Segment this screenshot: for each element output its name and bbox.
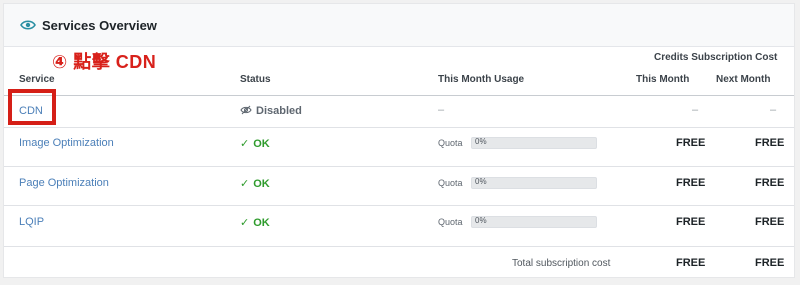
status-ok: ✓ OK <box>240 216 270 229</box>
highlight-box <box>8 89 56 125</box>
total-next-month: FREE <box>755 257 785 269</box>
eye-icon <box>20 20 36 30</box>
this-month-cost: FREE <box>676 216 706 228</box>
status-ok: ✓ OK <box>240 137 270 150</box>
quota-progress-bar: 0% <box>471 177 597 189</box>
next-month-cost: FREE <box>755 177 785 189</box>
row-divider <box>4 127 794 128</box>
this-month-cost: FREE <box>676 177 706 189</box>
panel-title: Services Overview <box>42 18 157 33</box>
this-month-cost: FREE <box>676 137 706 149</box>
service-link-lqip[interactable]: LQIP <box>19 216 44 228</box>
service-link-image-optimization[interactable]: Image Optimization <box>19 137 114 149</box>
eye-off-icon <box>240 105 252 115</box>
quota-percent: 0% <box>475 177 487 186</box>
row-divider <box>4 246 794 247</box>
this-month-value: – <box>692 104 699 116</box>
check-icon: ✓ <box>240 217 250 229</box>
status-text: OK <box>253 138 270 150</box>
next-month-cost: FREE <box>755 216 785 228</box>
row-divider <box>4 205 794 206</box>
column-header-service: Service <box>19 74 55 85</box>
header-divider <box>4 95 794 96</box>
service-link-page-optimization[interactable]: Page Optimization <box>19 177 109 189</box>
column-header-usage: This Month Usage <box>438 74 525 85</box>
status-text: OK <box>253 217 270 229</box>
credits-subscription-cost-label: Credits Subscription Cost <box>654 52 778 63</box>
quota-percent: 0% <box>475 216 487 225</box>
total-label: Total subscription cost <box>512 258 611 269</box>
check-icon: ✓ <box>240 138 250 150</box>
column-header-status: Status <box>240 74 271 85</box>
status-text: Disabled <box>256 105 302 117</box>
status-text: OK <box>253 178 270 190</box>
quota-percent: 0% <box>475 137 487 146</box>
quota-progress-bar: 0% <box>471 137 597 149</box>
annotation-step-label: ④ 點擊 CDN <box>52 52 157 72</box>
quota-label: Quota <box>438 138 463 148</box>
panel-header: Services Overview <box>4 4 794 47</box>
row-divider <box>4 166 794 167</box>
next-month-value: – <box>770 104 777 116</box>
quota-label: Quota <box>438 178 463 188</box>
quota-progress-bar: 0% <box>471 216 597 228</box>
check-icon: ✓ <box>240 178 250 190</box>
total-this-month: FREE <box>676 257 706 269</box>
status-disabled: Disabled <box>240 105 302 117</box>
usage-value: – <box>438 104 445 116</box>
column-header-next-month: Next Month <box>716 74 771 85</box>
quota-label: Quota <box>438 217 463 227</box>
column-header-this-month: This Month <box>636 74 690 85</box>
status-ok: ✓ OK <box>240 177 270 190</box>
next-month-cost: FREE <box>755 137 785 149</box>
